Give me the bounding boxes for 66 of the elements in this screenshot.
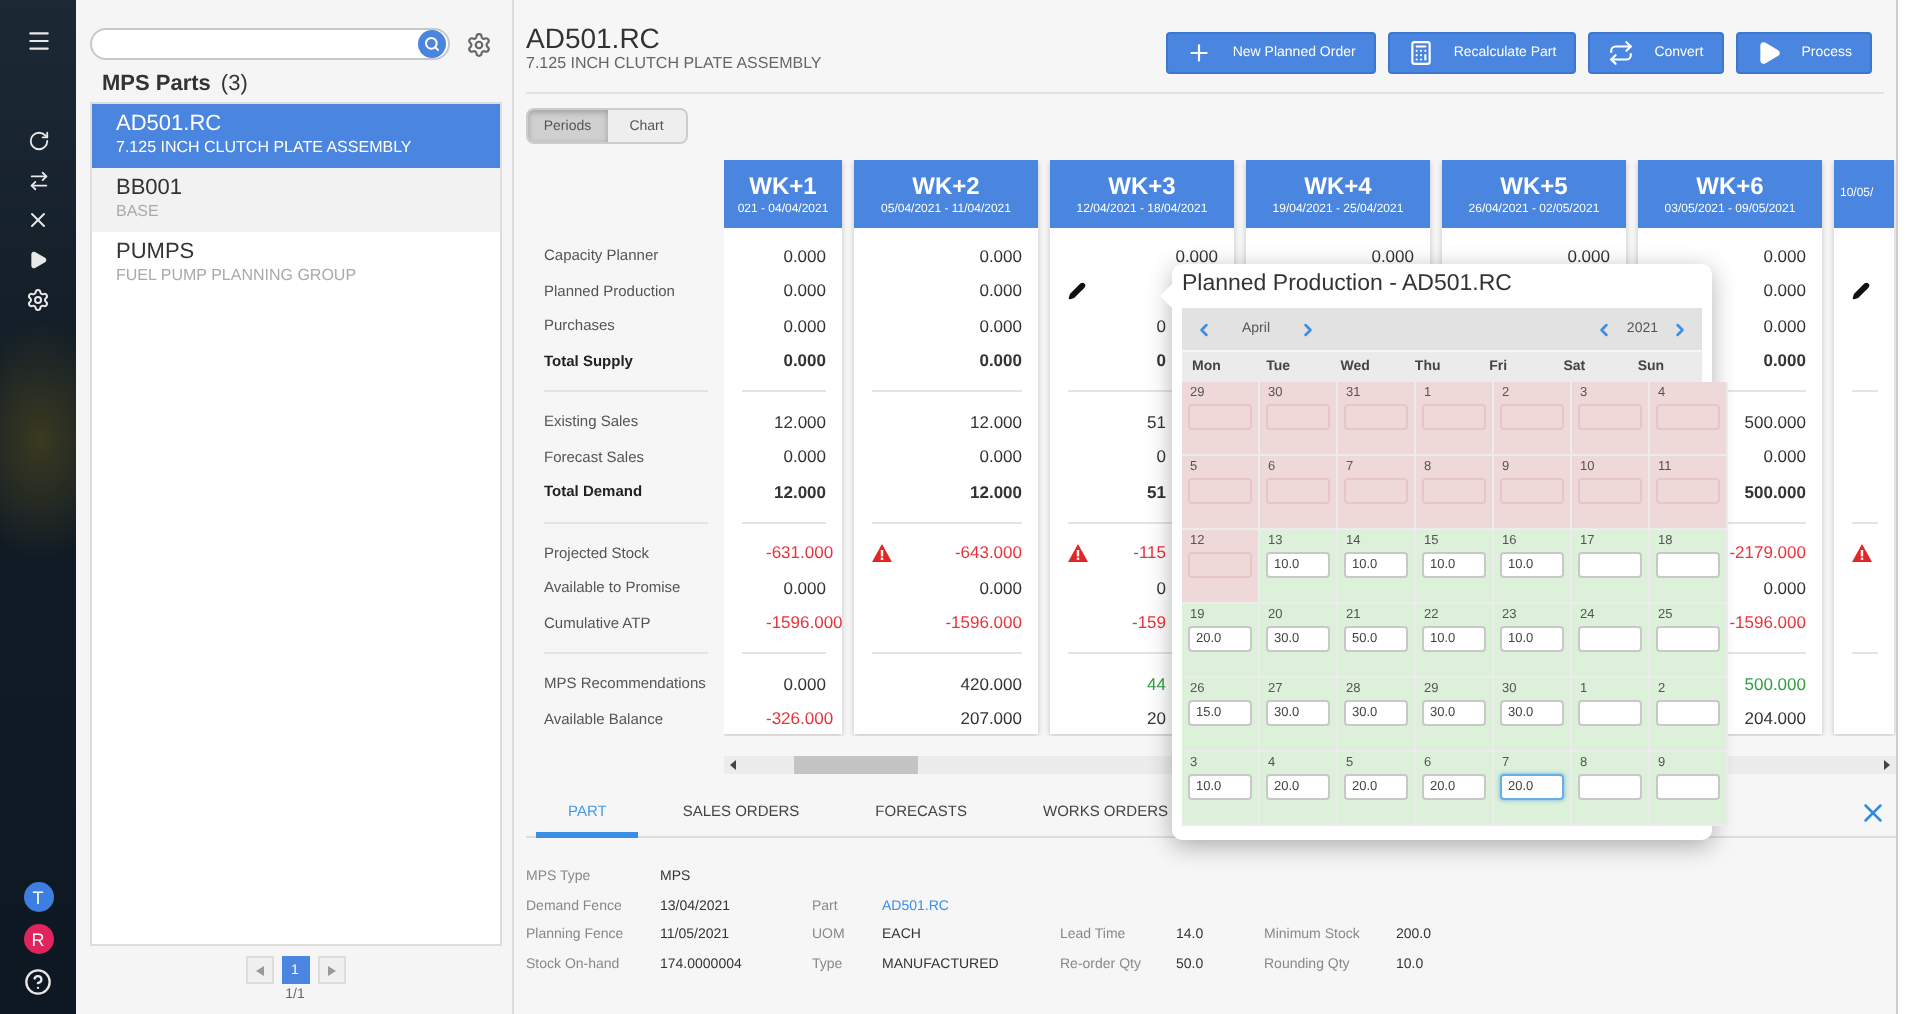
period-value: 0.000 bbox=[1763, 577, 1806, 598]
period-value: 0.000 bbox=[979, 446, 1022, 467]
period-value: -1596.000 bbox=[766, 612, 843, 633]
period-value: 0.000 bbox=[783, 577, 826, 598]
period-value: 0 bbox=[1156, 315, 1166, 336]
period-value: -631.000 bbox=[766, 542, 834, 563]
period-value: 0 bbox=[1156, 577, 1166, 598]
panel-title: MPS Parts bbox=[102, 72, 211, 96]
part-description: BASE bbox=[116, 202, 161, 222]
part-code: PUMPS bbox=[116, 240, 197, 266]
period-value: 0.000 bbox=[1567, 245, 1610, 266]
period-value: 0 bbox=[1156, 350, 1166, 371]
part-title: AD501.RC bbox=[526, 24, 662, 54]
period-value: 204.000 bbox=[1744, 708, 1806, 729]
period-value: -2179.000 bbox=[1729, 542, 1806, 563]
period-value: 0.000 bbox=[1371, 245, 1414, 266]
part-code: BB001 bbox=[116, 176, 185, 202]
period-value: 0.000 bbox=[1763, 446, 1806, 467]
period-value: 51 bbox=[1147, 481, 1166, 502]
popup-title: Planned Production - AD501.RC bbox=[1182, 272, 1514, 300]
period-title: WK+2 bbox=[912, 173, 980, 199]
period-value: -643.000 bbox=[954, 542, 1022, 563]
period-value: 0.000 bbox=[1175, 245, 1218, 266]
period-title: WK+3 bbox=[1108, 173, 1176, 199]
period-title: WK+4 bbox=[1304, 173, 1372, 199]
period-value: 0.000 bbox=[979, 577, 1022, 598]
period-value: 51 bbox=[1147, 411, 1166, 432]
period-title: WK+1 bbox=[749, 173, 817, 199]
period-value: 0.000 bbox=[1763, 350, 1806, 371]
part-count: (3) bbox=[220, 72, 248, 96]
period-value: 500.000 bbox=[1744, 411, 1806, 432]
period-value: 0.000 bbox=[783, 350, 826, 371]
period-value: -326.000 bbox=[766, 708, 834, 729]
part-subtitle: 7.125 INCH CLUTCH PLATE ASSEMBLY bbox=[526, 54, 822, 72]
period-value: 12.000 bbox=[970, 411, 1022, 432]
period-value: -1596.000 bbox=[1729, 612, 1806, 633]
period-value: 0.000 bbox=[783, 245, 826, 266]
period-value: 0 bbox=[1156, 446, 1166, 467]
part-description: 7.125 INCH CLUTCH PLATE ASSEMBLY bbox=[116, 138, 414, 158]
period-value: 12.000 bbox=[774, 481, 826, 502]
period-value: 0.000 bbox=[783, 315, 826, 336]
period-value: 0.000 bbox=[783, 280, 826, 301]
period-value: 12.000 bbox=[774, 411, 826, 432]
part-code: AD501.RC bbox=[116, 112, 224, 138]
period-value: 0.000 bbox=[1763, 245, 1806, 266]
period-value: 0.000 bbox=[1763, 315, 1806, 336]
period-value: 500.000 bbox=[1744, 481, 1806, 502]
period-value: -159 bbox=[1131, 612, 1166, 633]
period-value: 44 bbox=[1147, 673, 1166, 694]
period-title: WK+5 bbox=[1500, 173, 1568, 199]
period-value: 0.000 bbox=[979, 280, 1022, 301]
period-title: WK+6 bbox=[1696, 173, 1764, 199]
part-description: FUEL PUMP PLANNING GROUP bbox=[116, 266, 359, 286]
period-value: -1596.000 bbox=[945, 612, 1022, 633]
period-value: 12.000 bbox=[970, 481, 1022, 502]
period-value: 207.000 bbox=[960, 708, 1022, 729]
period-value: 0.000 bbox=[783, 446, 826, 467]
period-value: 420.000 bbox=[960, 673, 1022, 694]
period-value: 0.000 bbox=[1763, 280, 1806, 301]
period-value: 0.000 bbox=[979, 315, 1022, 336]
period-value: 500.000 bbox=[1744, 673, 1806, 694]
period-value: -115 bbox=[1133, 542, 1166, 563]
period-value: 0.000 bbox=[783, 673, 826, 694]
period-value: 20 bbox=[1147, 708, 1166, 729]
period-value: 0.000 bbox=[979, 350, 1022, 371]
period-value: 0.000 bbox=[979, 245, 1022, 266]
